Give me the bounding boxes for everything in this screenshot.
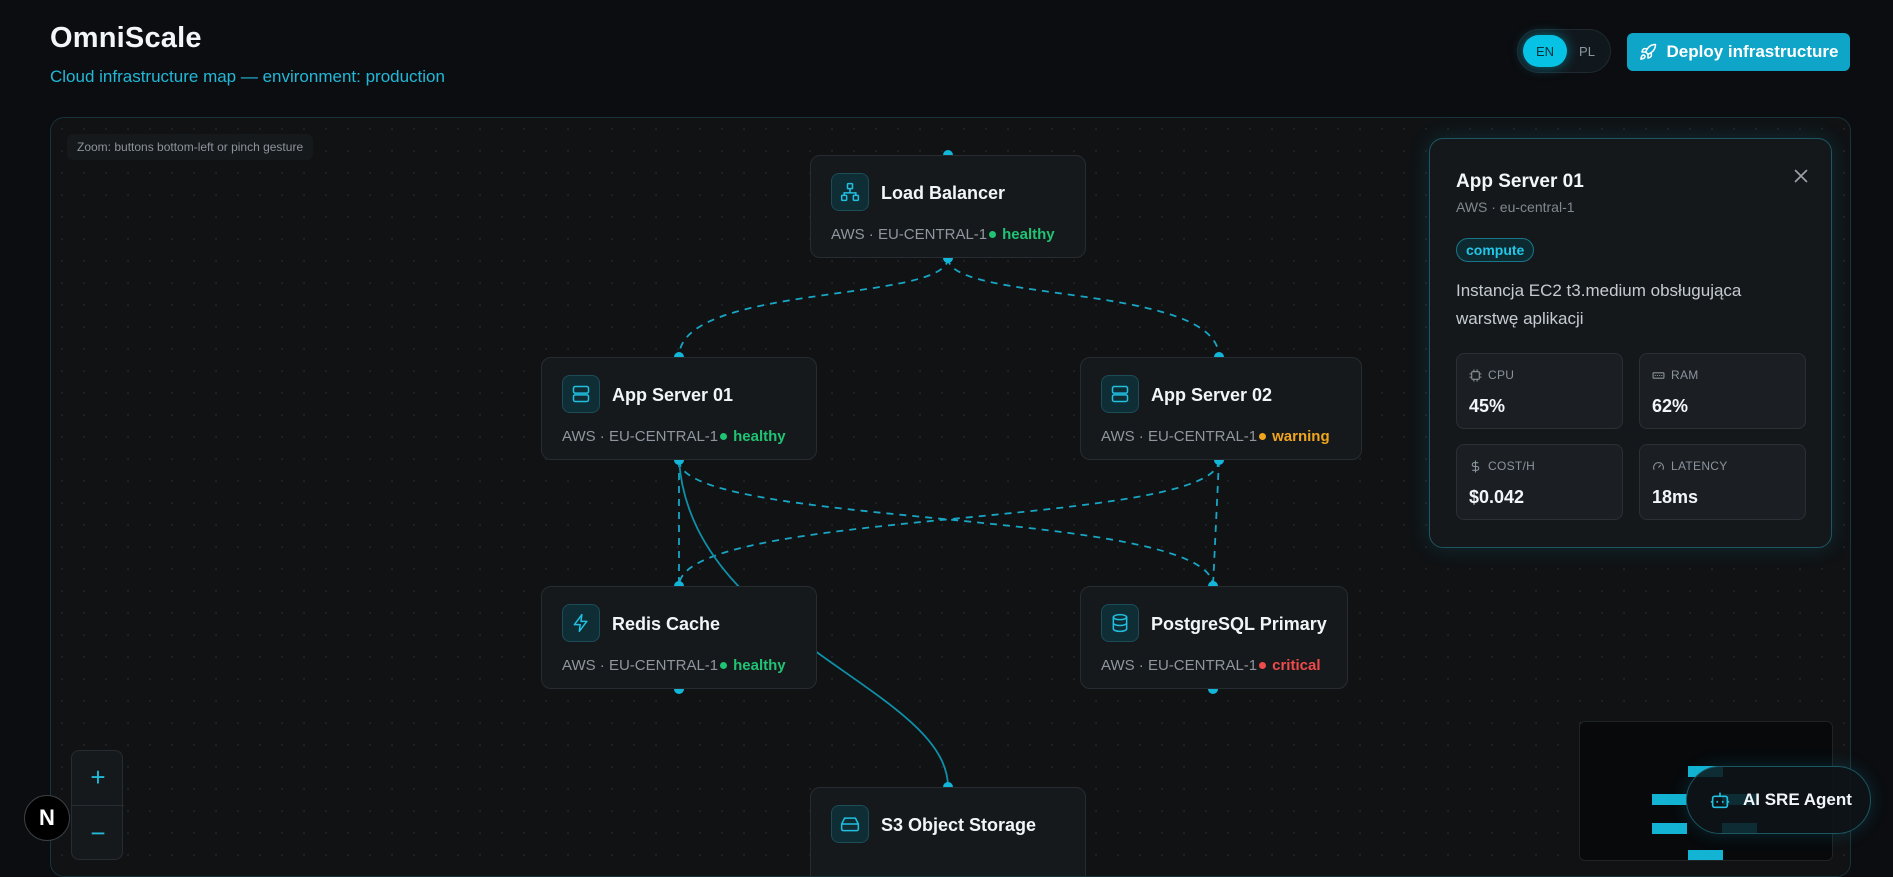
server-icon [1101, 375, 1139, 413]
lightning-icon [562, 604, 600, 642]
node-name: Redis Cache [612, 614, 721, 634]
node-name: S3 Object Storage [881, 815, 1037, 835]
status-dot [720, 433, 728, 441]
node-name: App Server 01 [612, 385, 734, 405]
metric-value: 62% [1652, 396, 1689, 416]
cpu-icon [1469, 369, 1482, 381]
node-meta: AWS · EU-CENTRAL-1 warning [1101, 428, 1330, 445]
deploy-label: Deploy infrastructure [1666, 42, 1839, 61]
node-app-server-01[interactable]: App Server 01 AWS · EU-CENTRAL-1 healthy [541, 357, 817, 460]
app-title: OmniScale [50, 22, 202, 54]
close-icon[interactable] [1790, 165, 1812, 187]
zoom-out-button[interactable]: − [72, 807, 124, 859]
app-subtitle: Cloud infrastructure map — environment: … [50, 67, 445, 86]
metric-value: 45% [1469, 396, 1506, 416]
metric-latency: LATENCY 18ms [1639, 444, 1806, 520]
metric-label: CPU [1488, 368, 1515, 382]
metric-cost: COST/H $0.042 [1456, 444, 1623, 520]
node-app-server-02[interactable]: App Server 02 AWS · EU-CENTRAL-1 warning [1080, 357, 1362, 460]
detail-description: Instancja EC2 t3.medium obsługująca wars… [1456, 281, 1742, 328]
node-name: PostgreSQL Primary [1151, 614, 1327, 634]
language-toggle: EN PL [1517, 29, 1611, 73]
database-icon [1101, 604, 1139, 642]
metric-value: 18ms [1652, 487, 1699, 507]
metric-cpu: CPU 45% [1456, 353, 1623, 429]
status-label: critical [1272, 657, 1321, 674]
status-label: warning [1272, 428, 1330, 445]
node-name: App Server 02 [1151, 385, 1273, 405]
status-label: healthy [733, 428, 786, 445]
header: OmniScale Cloud infrastructure map — env… [50, 22, 445, 87]
status-dot [989, 231, 997, 239]
status-label: healthy [1002, 226, 1055, 243]
node-s3-object-storage[interactable]: S3 Object Storage [810, 787, 1086, 876]
status-dot [720, 662, 728, 670]
node-name: Load Balancer [881, 183, 1006, 203]
metric-label: LATENCY [1671, 459, 1728, 473]
metric-ram: RAM 62% [1639, 353, 1806, 429]
deploy-infrastructure-button[interactable]: Deploy infrastructure [1627, 33, 1850, 71]
metric-label: RAM [1671, 368, 1699, 382]
lang-en-button[interactable]: EN [1523, 35, 1567, 67]
infrastructure-canvas[interactable]: Zoom: buttons bottom-left or pinch gestu… [50, 117, 1851, 877]
node-meta: AWS · EU-CENTRAL-1 healthy [562, 657, 786, 674]
ai-agent-label: AI SRE Agent [1743, 790, 1852, 809]
zoom-controls: + − [71, 750, 124, 860]
status-dot [1259, 662, 1267, 670]
node-meta: AWS · EU-CENTRAL-1 healthy [831, 226, 1055, 243]
zoom-in-button[interactable]: + [72, 751, 124, 803]
status-label: healthy [733, 657, 786, 674]
node-meta: AWS · EU-CENTRAL-1 critical [1101, 657, 1321, 674]
category-tag: compute [1456, 238, 1535, 262]
node-load-balancer[interactable]: Load Balancer AWS · EU-CENTRAL-1 healthy [810, 155, 1086, 258]
divider [72, 805, 124, 806]
node-detail-panel: App Server 01 AWS · eu-central-1 compute… [1429, 138, 1832, 548]
node-postgresql-primary[interactable]: PostgreSQL Primary AWS · EU-CENTRAL-1 cri… [1080, 586, 1348, 689]
detail-title: App Server 01 [1456, 171, 1584, 192]
node-redis-cache[interactable]: Redis Cache AWS · EU-CENTRAL-1 healthy [541, 586, 817, 689]
robot-icon [1710, 792, 1730, 809]
lang-pl-button[interactable]: PL [1565, 35, 1609, 67]
dollar-icon [1471, 460, 1480, 472]
minimap-node [1652, 794, 1687, 805]
node-meta: AWS · EU-CENTRAL-1 healthy [562, 428, 786, 445]
next-dev-badge[interactable]: N [24, 795, 70, 841]
gauge-icon [1653, 461, 1664, 470]
storage-icon [831, 805, 869, 843]
network-icon [831, 173, 869, 211]
ai-sre-agent-button[interactable]: AI SRE Agent [1686, 766, 1871, 834]
server-icon [562, 375, 600, 413]
rocket-icon [1639, 43, 1656, 60]
minimap-node [1652, 823, 1687, 834]
metric-value: $0.042 [1469, 487, 1525, 507]
memory-icon [1652, 371, 1665, 379]
metric-label: COST/H [1488, 459, 1536, 473]
detail-subtitle: AWS · eu-central-1 [1456, 199, 1575, 215]
status-dot [1259, 433, 1267, 441]
